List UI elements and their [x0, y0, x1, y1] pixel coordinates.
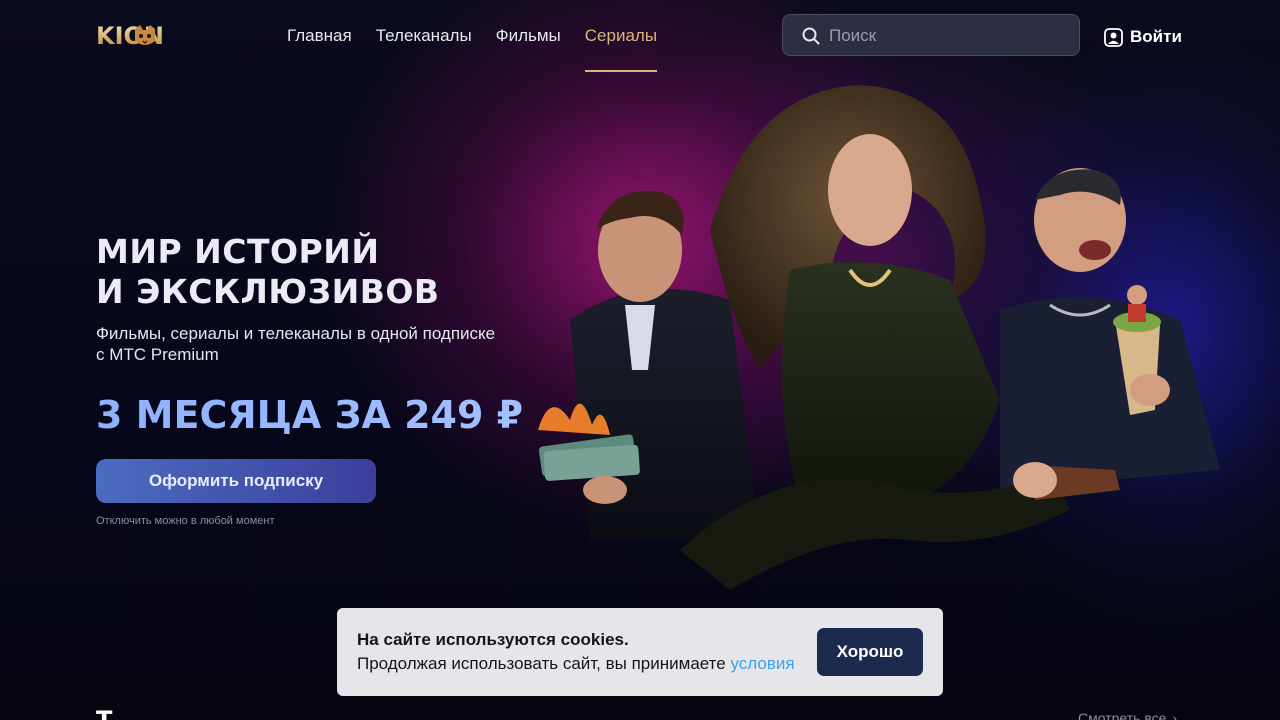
hero-subtitle-line-1: Фильмы, сериалы и телеканалы в одной под…	[96, 324, 496, 343]
site-header: KION Главная Телеканалы Фильмы Сериалы П…	[0, 0, 1280, 72]
cookie-title: На сайте используются cookies.	[357, 630, 629, 649]
main-nav: Главная Телеканалы Фильмы Сериалы	[287, 0, 681, 72]
hero-offer: 3 МЕСЯЦА ЗА 249 ₽	[96, 392, 596, 438]
cancel-anytime-note: Отключить можно в любой момент	[96, 515, 275, 527]
cat-logo-icon	[135, 25, 155, 45]
hero-subtitle-line-2: с МТС Premium	[96, 345, 219, 364]
hero-title: МИР ИСТОРИЙ И ЭКСКЛЮЗИВОВ	[96, 232, 616, 312]
cookie-terms-link[interactable]: условия	[730, 654, 794, 673]
chevron-right-icon: ›	[1172, 710, 1178, 720]
nav-item-tv-channels[interactable]: Телеканалы	[376, 0, 472, 72]
section-title: Т	[96, 706, 113, 720]
search-box[interactable]	[782, 14, 1080, 57]
cookie-banner: На сайте используются cookies. Продолжая…	[337, 608, 943, 696]
login-button[interactable]: Войти	[1104, 26, 1182, 48]
hero-title-line-1: МИР ИСТОРИЙ	[96, 232, 380, 271]
search-input[interactable]	[827, 15, 1071, 57]
see-all-label: Смотреть все	[1078, 710, 1167, 720]
hero-characters-illustration	[538, 85, 1220, 590]
logo[interactable]: KION	[96, 22, 176, 52]
page: KION Главная Телеканалы Фильмы Сериалы П…	[0, 0, 1280, 720]
nav-item-movies[interactable]: Фильмы	[496, 0, 561, 72]
hero-title-line-2: И ЭКСКЛЮЗИВОВ	[96, 272, 440, 311]
see-all-link[interactable]: Смотреть все ›	[1078, 710, 1177, 720]
cookie-accept-button[interactable]: Хорошо	[817, 628, 923, 676]
cookie-text-body: Продолжая использовать сайт, вы принимае…	[357, 654, 731, 673]
nav-item-series[interactable]: Сериалы	[584, 0, 658, 72]
search-icon	[802, 27, 820, 45]
right-character	[1000, 168, 1220, 490]
subscribe-button[interactable]: Оформить подписку	[96, 459, 376, 503]
user-icon	[1104, 27, 1123, 47]
nav-item-home[interactable]: Главная	[287, 0, 352, 72]
hero-subtitle: Фильмы, сериалы и телеканалы в одной под…	[96, 323, 576, 365]
cookie-text: Продолжая использовать сайт, вы принимае…	[357, 654, 795, 674]
login-label: Войти	[1130, 27, 1182, 46]
